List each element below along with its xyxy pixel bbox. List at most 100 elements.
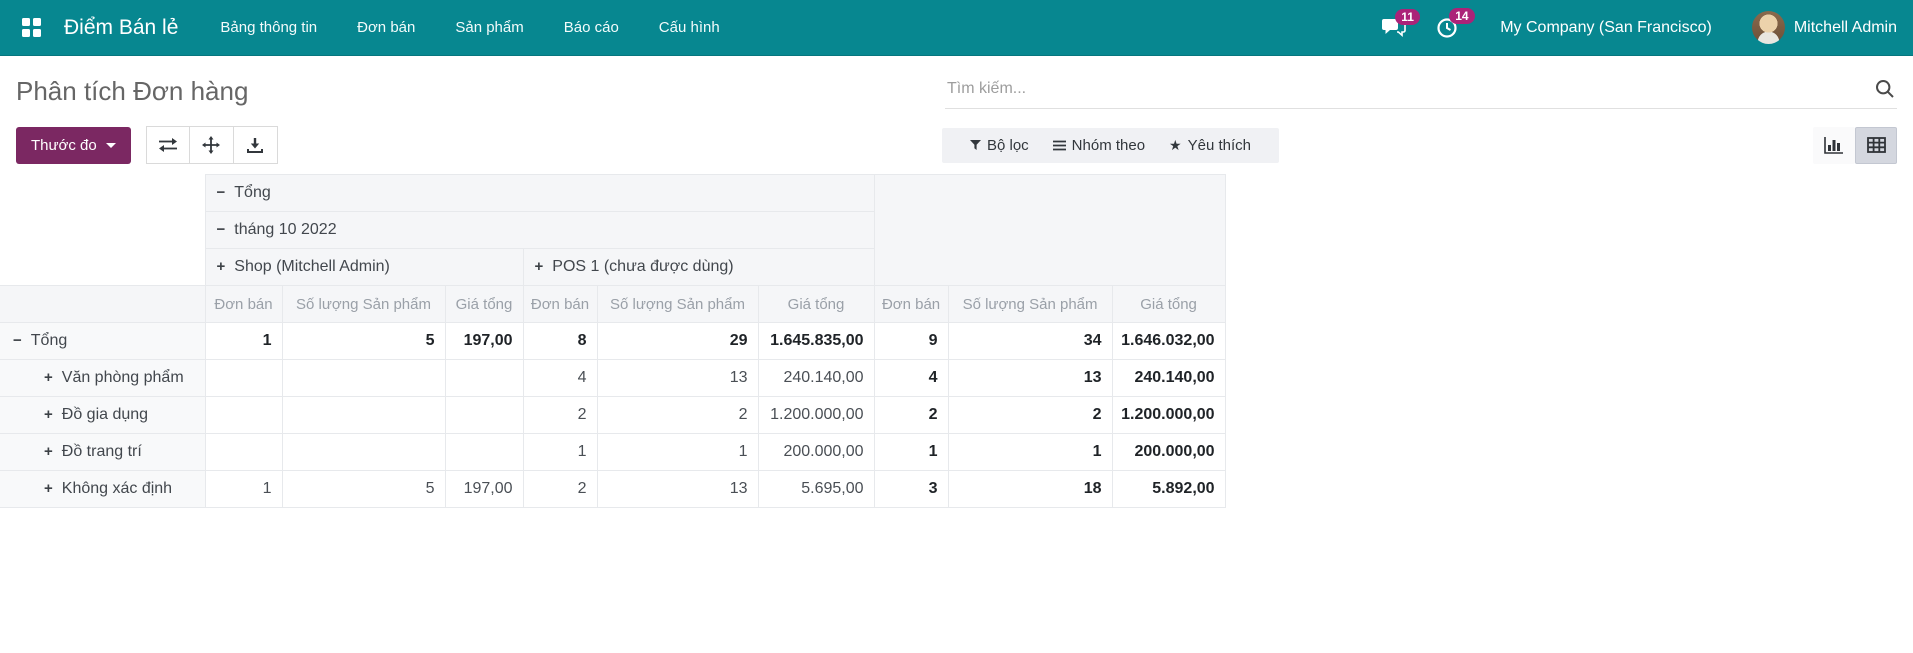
menu-products[interactable]: Sản phẩm (455, 19, 523, 36)
filters-label: Bộ lọc (986, 136, 1029, 154)
measure-header[interactable]: Đơn bán (204, 285, 283, 323)
row-header-decor[interactable]: + Đồ trang trí (0, 433, 206, 471)
messages-button[interactable]: 11 (1382, 8, 1420, 38)
expand-icon[interactable]: + (44, 406, 53, 423)
cell: 34 (947, 322, 1113, 360)
collapse-icon[interactable]: − (217, 184, 226, 201)
groupby-label: Nhóm theo (1071, 136, 1146, 154)
row-header-office-supplies[interactable]: + Văn phòng phẩm (0, 359, 206, 397)
cell: 2 (522, 470, 598, 508)
expand-icon[interactable]: + (217, 258, 226, 275)
activities-count-badge[interactable]: 14 (1449, 7, 1475, 24)
cell (444, 359, 524, 397)
measures-label: Thước đo (31, 136, 97, 154)
menu-dashboard[interactable]: Bảng thông tin (220, 19, 317, 36)
cell: 13 (947, 359, 1113, 397)
col-header-pos1[interactable]: + POS 1 (chưa được dùng) (522, 248, 875, 286)
measure-header[interactable]: Giá tổng (1111, 285, 1226, 323)
cell: 1 (596, 433, 759, 471)
col-header-total[interactable]: − Tổng (204, 174, 875, 212)
navbar-right: 11 14 My Company (San Francisco) Mitchel… (1352, 7, 1897, 44)
row-header-total[interactable]: − Tổng (0, 322, 206, 360)
expand-all-button[interactable] (189, 126, 234, 164)
cell: 1.200.000,00 (1111, 396, 1226, 434)
arrows-all-icon (202, 136, 221, 154)
measure-header[interactable]: Số lượng Sản phẩm (281, 285, 446, 323)
menu-configuration[interactable]: Cấu hình (659, 19, 720, 36)
bar-chart-view-button[interactable] (1813, 126, 1855, 164)
cell: 1 (204, 470, 283, 508)
activities-button[interactable]: 14 (1436, 7, 1475, 39)
cell: 13 (596, 359, 759, 397)
cell: 1 (947, 433, 1113, 471)
pivot-tools (145, 126, 278, 164)
company-switcher[interactable]: My Company (San Francisco) (1500, 19, 1712, 37)
groupby-button[interactable]: Nhóm theo (1052, 136, 1146, 154)
cell (444, 433, 524, 471)
cell: 29 (596, 322, 759, 360)
cell: 200.000,00 (757, 433, 875, 471)
cell: 5.695,00 (757, 470, 875, 508)
user-name: Mitchell Admin (1793, 18, 1897, 36)
measures-dropdown-button[interactable]: Thước đo (16, 126, 131, 164)
flip-axis-button[interactable] (145, 126, 190, 164)
table-row: + Đồ gia dụng 2 2 1.200.000,00 2 2 1.200.… (0, 396, 1226, 434)
col-header-shop[interactable]: + Shop (Mitchell Admin) (204, 248, 524, 286)
pivot-corner-cell (0, 174, 206, 286)
measure-header[interactable]: Số lượng Sản phẩm (947, 285, 1113, 323)
cell: 2 (947, 396, 1113, 434)
cell (204, 433, 283, 471)
row-header-housewares[interactable]: + Đồ gia dụng (0, 396, 206, 434)
measure-header[interactable]: Đơn bán (873, 285, 949, 323)
cell: 1 (522, 433, 598, 471)
cell: 5.892,00 (1111, 470, 1226, 508)
bar-chart-icon (1824, 137, 1843, 154)
cell: 5 (281, 470, 446, 508)
collapse-icon[interactable]: − (217, 221, 226, 238)
cell: 240.140,00 (1111, 359, 1226, 397)
cell: 1.646.032,00 (1111, 322, 1226, 360)
menu-orders[interactable]: Đơn bán (357, 19, 415, 36)
measure-header[interactable]: Đơn bán (522, 285, 598, 323)
user-menu[interactable]: Mitchell Admin (1751, 11, 1897, 44)
favorites-label: Yêu thích (1187, 136, 1251, 154)
expand-icon[interactable]: + (535, 258, 544, 275)
measure-corner (0, 285, 206, 323)
menu-reporting[interactable]: Báo cáo (564, 19, 619, 36)
expand-icon[interactable]: + (44, 369, 53, 386)
apps-grid-icon-svg (22, 18, 41, 37)
table-row: + Văn phòng phẩm 4 13 240.140,00 4 13 240… (0, 359, 1226, 397)
download-icon (247, 138, 264, 153)
measure-header[interactable]: Giá tổng (444, 285, 524, 323)
col-header-month[interactable]: − tháng 10 2022 (204, 211, 875, 249)
cell: 1.200.000,00 (757, 396, 875, 434)
cell (281, 433, 446, 471)
row-header-undefined[interactable]: + Không xác định (0, 470, 206, 508)
measure-header[interactable]: Giá tổng (757, 285, 875, 323)
filters-button[interactable]: Bộ lọc (969, 136, 1029, 154)
collapse-icon[interactable]: − (13, 332, 22, 349)
favorites-button[interactable]: ★ Yêu thích (1169, 137, 1251, 154)
pivot-view-button[interactable] (1855, 126, 1897, 164)
cell: 2 (596, 396, 759, 434)
expand-icon[interactable]: + (44, 480, 53, 497)
exchange-icon (158, 138, 177, 152)
expand-icon[interactable]: + (44, 443, 53, 460)
apps-grid-icon[interactable] (22, 17, 44, 39)
messages-count-badge[interactable]: 11 (1395, 8, 1420, 25)
search-icon[interactable] (1875, 79, 1895, 99)
search-input[interactable] (947, 79, 1875, 98)
view-switcher (1813, 126, 1897, 164)
caret-down-icon (105, 142, 116, 148)
search-box (945, 75, 1897, 109)
cell: 3 (873, 470, 949, 508)
pivot-table: − Tổng − tháng 10 2022 + Shop (Mitchell Adm… (0, 174, 1226, 508)
download-xlsx-button[interactable] (233, 126, 278, 164)
cell: 200.000,00 (1111, 433, 1226, 471)
groupby-bars-icon (1052, 140, 1066, 151)
measure-header[interactable]: Số lượng Sản phẩm (596, 285, 759, 323)
top-navbar: Điểm Bán lẻ Bảng thông tin Đơn bán Sản p… (0, 0, 1913, 56)
app-title[interactable]: Điểm Bán lẻ (64, 16, 178, 40)
filter-funnel-icon (969, 140, 981, 150)
search-facets-bar: Bộ lọc Nhóm theo ★ Yêu thích (941, 127, 1279, 163)
